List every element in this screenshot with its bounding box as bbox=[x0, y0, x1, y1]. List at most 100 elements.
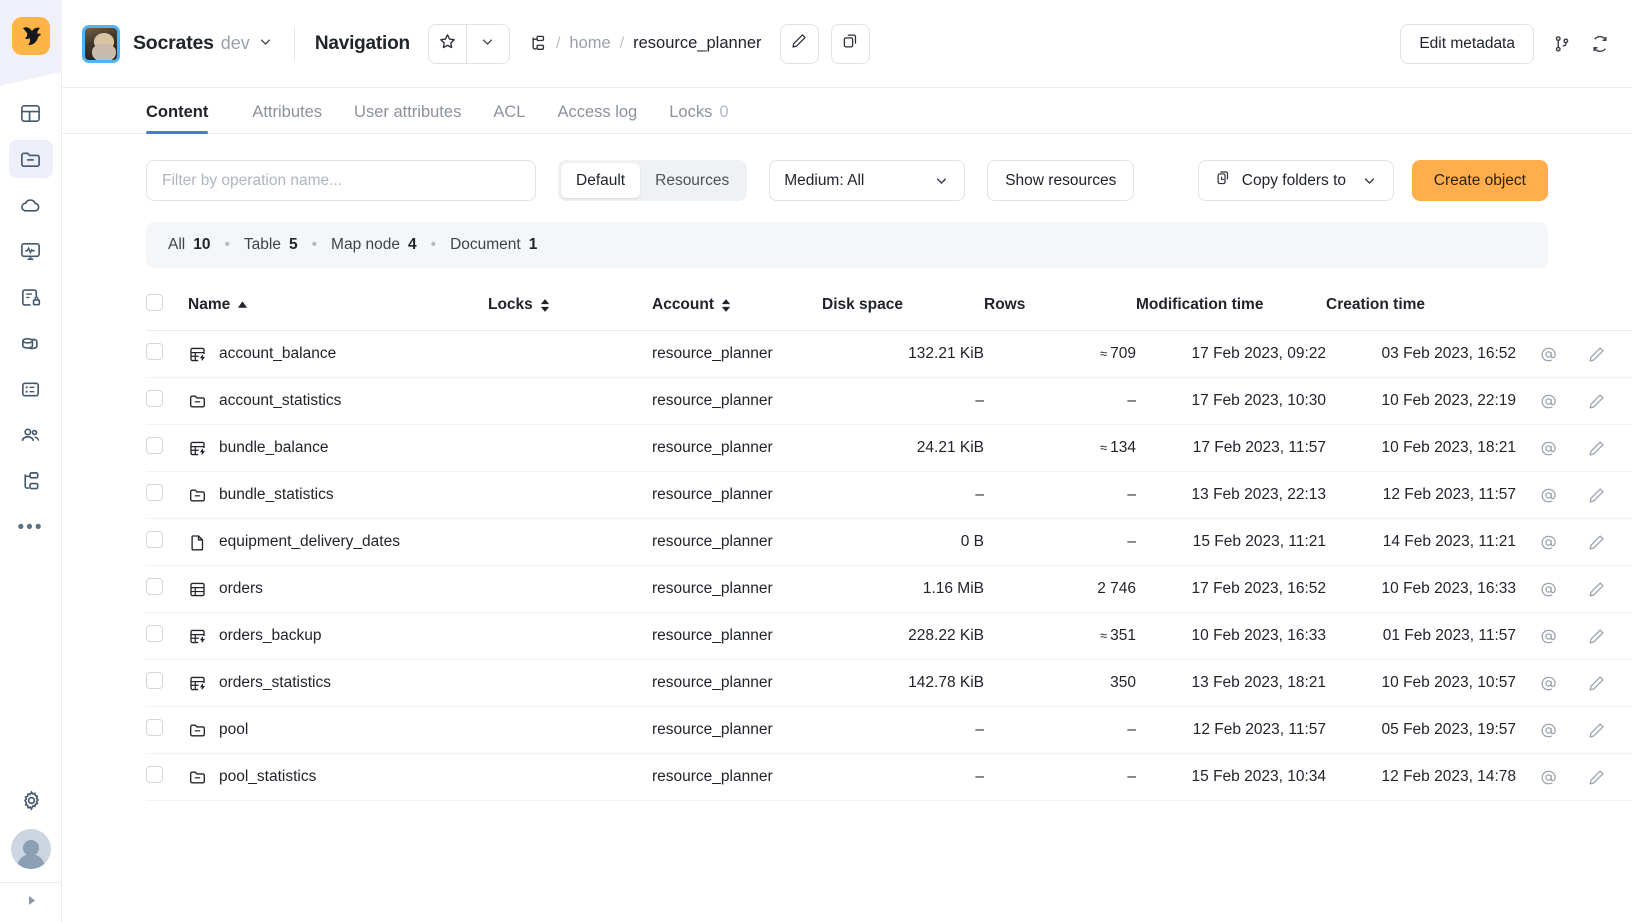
summary-label-all[interactable]: All bbox=[168, 236, 185, 254]
table-row[interactable]: bundle_balance resource_planner 24.21 KiB ≈… bbox=[146, 424, 1632, 472]
table-row[interactable]: bundle_statistics resource_planner – –13 Fe… bbox=[146, 471, 1632, 519]
row-name-cell[interactable]: equipment_delivery_dates bbox=[188, 518, 488, 566]
table-row[interactable]: orders_backup resource_planner 228.22 KiB ≈… bbox=[146, 612, 1632, 660]
tree-root-icon[interactable] bbox=[528, 34, 547, 53]
sidebar-item-server[interactable] bbox=[9, 370, 53, 408]
header-account[interactable]: Account bbox=[616, 284, 822, 331]
sidebar-item-cloud[interactable] bbox=[9, 186, 53, 224]
row-action-edit-button[interactable] bbox=[1587, 580, 1606, 599]
row-action-edit-button[interactable] bbox=[1587, 627, 1606, 646]
row-action-link-button[interactable] bbox=[1539, 439, 1558, 458]
rail-expand-button[interactable] bbox=[0, 882, 62, 922]
sidebar-item-scheduler[interactable] bbox=[9, 462, 53, 500]
sidebar-item-navigation[interactable] bbox=[8, 140, 53, 178]
row-action-link-button[interactable] bbox=[1539, 533, 1558, 552]
select-all-checkbox[interactable] bbox=[146, 294, 163, 311]
row-action-link-button[interactable] bbox=[1539, 486, 1558, 505]
table-row[interactable]: orders_statistics resource_planner 142.78 … bbox=[146, 659, 1632, 707]
sidebar-item-access[interactable] bbox=[9, 278, 53, 316]
row-action-link-button[interactable] bbox=[1539, 580, 1558, 599]
sidebar-item-dashboard[interactable] bbox=[9, 94, 53, 132]
filter-input[interactable] bbox=[146, 160, 536, 201]
table-row[interactable]: pool_statistics resource_planner – –15 Feb … bbox=[146, 753, 1632, 801]
row-action-edit-button[interactable] bbox=[1587, 721, 1606, 740]
row-action-link-button[interactable] bbox=[1539, 768, 1558, 787]
table-row[interactable]: account_statistics resource_planner – –17 F… bbox=[146, 377, 1632, 425]
header-name[interactable]: Name bbox=[188, 284, 488, 331]
header-locks[interactable]: Locks bbox=[488, 284, 616, 331]
row-checkbox[interactable] bbox=[146, 625, 163, 642]
copy-path-button[interactable] bbox=[830, 23, 870, 64]
row-checkbox[interactable] bbox=[146, 531, 163, 548]
table-row[interactable]: orders resource_planner 1.16 MiB 2 746 17 Fe… bbox=[146, 565, 1632, 613]
row-action-edit-button[interactable] bbox=[1587, 768, 1606, 787]
row-action-link-button[interactable] bbox=[1539, 392, 1558, 411]
header-creation-time[interactable]: Creation time bbox=[1326, 284, 1516, 331]
row-checkbox[interactable] bbox=[146, 484, 163, 501]
row-action-link-button[interactable] bbox=[1539, 721, 1558, 740]
sidebar-item-more[interactable]: ••• bbox=[9, 508, 53, 546]
row-checkbox[interactable] bbox=[146, 719, 163, 736]
row-action-link-button[interactable] bbox=[1539, 674, 1558, 693]
row-checkbox[interactable] bbox=[146, 343, 163, 360]
breadcrumb-item-home[interactable]: home bbox=[569, 34, 610, 53]
show-resources-button[interactable]: Show resources bbox=[987, 160, 1135, 201]
tab-acl[interactable]: ACL bbox=[477, 103, 541, 133]
refresh-button[interactable] bbox=[1590, 34, 1610, 54]
header-modification-time[interactable]: Modification time bbox=[1136, 284, 1326, 331]
tab-attributes[interactable]: Attributes bbox=[236, 103, 338, 133]
row-name-cell[interactable]: orders_statistics bbox=[188, 659, 488, 707]
tab-access-log[interactable]: Access log bbox=[541, 103, 653, 133]
medium-select[interactable]: Medium: All bbox=[769, 160, 966, 201]
row-action-edit-button[interactable] bbox=[1587, 674, 1606, 693]
project-switcher-button[interactable] bbox=[257, 33, 274, 55]
table-row[interactable]: equipment_delivery_dates resource_planner… bbox=[146, 518, 1632, 566]
table-row[interactable]: account_balance resource_planner 132.21 Ki… bbox=[146, 330, 1632, 378]
edit-metadata-button[interactable]: Edit metadata bbox=[1400, 23, 1534, 64]
favorites-dropdown-button[interactable] bbox=[466, 23, 510, 64]
sidebar-item-users[interactable] bbox=[9, 416, 53, 454]
summary-label-map-node[interactable]: Map node bbox=[331, 236, 400, 254]
sidebar-item-monitoring[interactable] bbox=[9, 232, 53, 270]
row-action-edit-button[interactable] bbox=[1587, 486, 1606, 505]
row-name-cell[interactable]: account_statistics bbox=[188, 377, 488, 425]
app-logo[interactable] bbox=[0, 0, 62, 72]
row-name-cell[interactable]: pool bbox=[188, 706, 488, 754]
row-action-edit-button[interactable] bbox=[1587, 533, 1606, 552]
tab-locks[interactable]: Locks 0 bbox=[653, 103, 744, 133]
row-action-edit-button[interactable] bbox=[1587, 392, 1606, 411]
table-row[interactable]: pool resource_planner – –12 Feb 2023, 11:57… bbox=[146, 706, 1632, 754]
favorite-star-button[interactable] bbox=[427, 23, 467, 64]
row-name-cell[interactable]: bundle_statistics bbox=[188, 471, 488, 519]
tab-user-attributes[interactable]: User attributes bbox=[338, 103, 477, 133]
row-name-cell[interactable]: pool_statistics bbox=[188, 753, 488, 801]
row-checkbox[interactable] bbox=[146, 437, 163, 454]
row-checkbox[interactable] bbox=[146, 390, 163, 407]
summary-label-document[interactable]: Document bbox=[450, 236, 521, 254]
git-branch-button[interactable] bbox=[1552, 34, 1572, 54]
settings-button[interactable] bbox=[20, 789, 43, 817]
header-rows[interactable]: Rows bbox=[984, 284, 1136, 331]
view-mode-resources[interactable]: Resources bbox=[640, 163, 744, 198]
tab-content[interactable]: Content bbox=[146, 103, 224, 134]
sidebar-item-storage[interactable] bbox=[9, 324, 53, 362]
row-name-cell[interactable]: orders bbox=[188, 565, 488, 613]
user-avatar[interactable] bbox=[11, 829, 51, 869]
row-action-edit-button[interactable] bbox=[1587, 439, 1606, 458]
summary-label-table[interactable]: Table bbox=[244, 236, 281, 254]
row-name-cell[interactable]: orders_backup bbox=[188, 612, 488, 660]
header-disk-space[interactable]: Disk space bbox=[822, 284, 984, 331]
row-checkbox[interactable] bbox=[146, 578, 163, 595]
view-mode-default[interactable]: Default bbox=[561, 163, 641, 198]
create-object-button[interactable]: Create object bbox=[1411, 160, 1548, 201]
edit-path-button[interactable] bbox=[779, 23, 819, 64]
row-action-link-button[interactable] bbox=[1539, 627, 1558, 646]
copy-folders-button[interactable]: Copy folders to bbox=[1197, 160, 1394, 201]
row-checkbox[interactable] bbox=[146, 766, 163, 783]
breadcrumb-item-current[interactable]: resource_planner bbox=[633, 34, 761, 53]
row-name-cell[interactable]: account_balance bbox=[188, 330, 488, 378]
row-name-cell[interactable]: bundle_balance bbox=[188, 424, 488, 472]
row-checkbox[interactable] bbox=[146, 672, 163, 689]
row-action-link-button[interactable] bbox=[1539, 345, 1558, 364]
row-action-edit-button[interactable] bbox=[1587, 345, 1606, 364]
